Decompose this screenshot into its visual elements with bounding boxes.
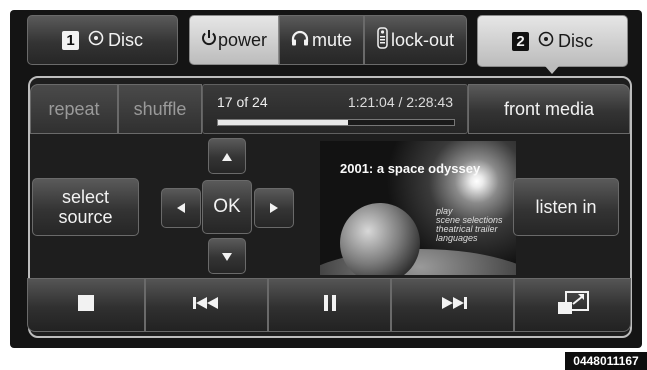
down-arrow-button[interactable] <box>208 238 246 274</box>
album-art-title: 2001: a space odyssey <box>340 161 481 176</box>
power-button[interactable]: power <box>189 15 279 65</box>
expand-icon <box>557 290 589 320</box>
next-button[interactable] <box>391 278 514 332</box>
zone-1-number: 1 <box>62 30 79 50</box>
repeat-button[interactable]: repeat <box>30 84 118 134</box>
image-code: 0448011167 <box>565 352 647 370</box>
power-label: power <box>217 29 268 50</box>
stop-button[interactable] <box>27 278 145 332</box>
zone-1-disc-button[interactable]: 1 Disc <box>27 15 178 65</box>
moon-graphic <box>340 203 420 275</box>
elapsed-total-time: 1:21:04 / 2:28:43 <box>347 94 453 110</box>
expand-button[interactable] <box>514 278 631 332</box>
select-source-label-line2: source <box>58 207 113 227</box>
album-art: 2001: a space odyssey play scene selecti… <box>320 141 516 275</box>
disc-menu-item: languages <box>436 233 478 243</box>
headphones-icon <box>291 30 309 51</box>
progress-bar <box>217 119 455 126</box>
pause-icon <box>323 294 337 317</box>
zone-2-number: 2 <box>512 31 529 51</box>
front-media-label: front media <box>503 98 595 119</box>
stop-icon <box>77 294 95 317</box>
left-arrow-button[interactable] <box>161 188 201 228</box>
down-arrow-icon <box>221 246 233 267</box>
up-arrow-button[interactable] <box>208 138 246 174</box>
up-arrow-icon <box>221 146 233 167</box>
progress-fill <box>218 120 348 125</box>
shuffle-button[interactable]: shuffle <box>118 84 202 134</box>
previous-icon <box>192 295 222 316</box>
zone-2-disc-button[interactable]: 2 Disc <box>477 15 628 67</box>
select-source-label-line1: select <box>61 187 110 207</box>
disc-menu: play scene selections theatrical trailer… <box>436 207 503 243</box>
right-arrow-icon <box>269 198 279 219</box>
zone-2-label: Disc <box>558 30 593 51</box>
mute-button[interactable]: mute <box>279 15 364 65</box>
select-source-button[interactable]: select source <box>32 178 139 236</box>
listen-in-button[interactable]: listen in <box>513 178 619 236</box>
display-screen: 1 Disc power mute lock-out 2 Disc repeat <box>10 10 642 348</box>
track-position: 17 of 24 <box>217 94 268 110</box>
transport-bar <box>27 278 631 332</box>
lock-out-button[interactable]: lock-out <box>364 15 467 65</box>
listen-in-label: listen in <box>535 196 597 217</box>
disc-icon <box>88 30 104 51</box>
ok-label: OK <box>213 196 241 217</box>
ok-button[interactable]: OK <box>202 180 252 234</box>
remote-control-icon <box>377 26 388 54</box>
repeat-label: repeat <box>48 98 100 119</box>
zone-1-label: Disc <box>108 29 143 50</box>
disc-icon <box>538 31 554 52</box>
track-info: 17 of 24 1:21:04 / 2:28:43 <box>202 84 468 134</box>
lock-out-label: lock-out <box>390 29 455 50</box>
left-arrow-icon <box>176 198 186 219</box>
front-media-button[interactable]: front media <box>468 84 630 134</box>
right-arrow-button[interactable] <box>254 188 294 228</box>
selected-zone-pointer <box>545 66 559 74</box>
power-icon <box>201 29 217 52</box>
previous-button[interactable] <box>145 278 268 332</box>
pause-button[interactable] <box>268 278 391 332</box>
next-icon <box>438 295 468 316</box>
shuffle-label: shuffle <box>133 98 187 119</box>
mute-label: mute <box>311 29 353 50</box>
